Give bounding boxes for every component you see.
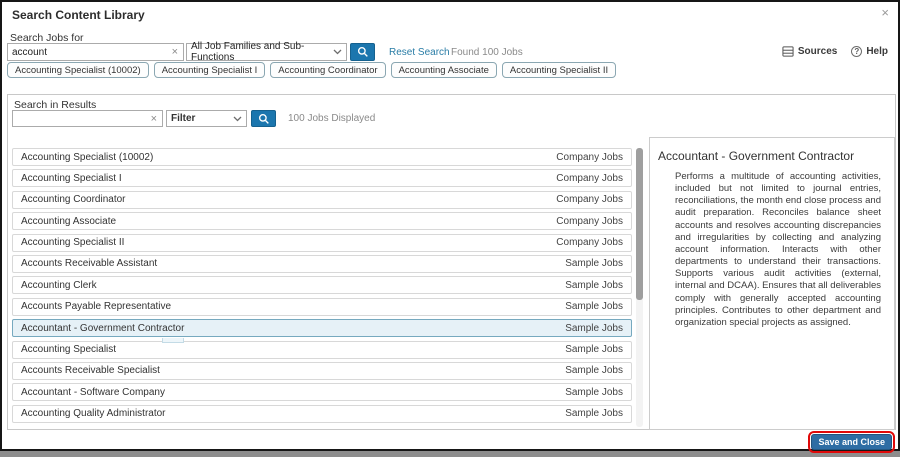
scrollbar-thumb[interactable]: [636, 148, 643, 300]
sources-icon: [782, 46, 794, 57]
filter-dropdown[interactable]: Filter: [166, 110, 247, 127]
job-name: Accounting Specialist I: [21, 173, 122, 184]
clear-search-icon[interactable]: ×: [167, 44, 183, 60]
annotation-highlight: Save and Close: [808, 431, 895, 453]
list-item[interactable]: Accounts Receivable Assistant Sample Jobs: [12, 255, 632, 273]
list-item[interactable]: Accountant - Government Contractor Sample…: [12, 319, 632, 337]
chevron-down-icon: [333, 49, 342, 55]
job-type: Sample Jobs: [565, 323, 623, 334]
list-item[interactable]: Accounting Specialist (10002) Company Job…: [12, 148, 632, 166]
search-chip[interactable]: Accounting Specialist (10002): [7, 62, 149, 78]
job-type: Sample Jobs: [565, 301, 623, 312]
job-type: Sample Jobs: [565, 280, 623, 291]
job-name: Accounts Receivable Assistant: [21, 258, 157, 269]
list-item[interactable]: Accounts Receivable Specialist Sample Job…: [12, 362, 632, 380]
job-type: Sample Jobs: [565, 258, 623, 269]
selection-notch: [162, 338, 184, 343]
search-jobs-input-wrap: ×: [7, 43, 184, 61]
search-jobs-input[interactable]: [8, 47, 167, 58]
list-item[interactable]: Accountant - Software Company Sample Jobs: [12, 383, 632, 401]
job-name: Accounting Clerk: [21, 280, 97, 291]
search-content-library-dialog: Search Content Library × Search Jobs for…: [0, 0, 900, 451]
job-name: Accounts Payable Representative: [21, 301, 171, 312]
job-name: Accounting Specialist II: [21, 237, 124, 248]
job-family-dropdown-value: All Job Families and Sub-Functions: [191, 41, 329, 63]
job-detail-description: Performs a multitude of accounting activ…: [675, 171, 881, 329]
job-name: Accounting Coordinator: [21, 194, 126, 205]
filter-dropdown-value: Filter: [171, 113, 195, 124]
save-and-close-button[interactable]: Save and Close: [811, 434, 892, 450]
job-type: Company Jobs: [556, 216, 623, 227]
job-type: Company Jobs: [556, 237, 623, 248]
list-item[interactable]: Accounting Specialist II Company Jobs: [12, 234, 632, 252]
help-button[interactable]: ? Help: [851, 46, 888, 57]
search-chip[interactable]: Accounting Specialist I: [154, 62, 266, 78]
job-type: Company Jobs: [556, 194, 623, 205]
job-name: Accountant - Government Contractor: [21, 323, 184, 334]
search-chip[interactable]: Accounting Coordinator: [270, 62, 385, 78]
search-icon: [258, 113, 270, 125]
top-right-actions: Sources ? Help: [782, 46, 888, 57]
list-item[interactable]: Accounting Specialist Sample Jobs: [12, 341, 632, 359]
job-name: Accounting Specialist (10002): [21, 152, 153, 163]
scrollbar-track[interactable]: [636, 148, 643, 427]
job-detail-title: Accountant - Government Contractor: [658, 149, 854, 163]
sources-label: Sources: [798, 46, 837, 57]
job-type: Sample Jobs: [565, 365, 623, 376]
screen-background: Search Content Library × Search Jobs for…: [0, 0, 900, 457]
help-label: Help: [866, 46, 888, 57]
job-type: Company Jobs: [556, 173, 623, 184]
chevron-down-icon: [233, 116, 242, 122]
job-list: Accounting Specialist (10002) Company Job…: [12, 148, 632, 423]
job-type: Sample Jobs: [565, 387, 623, 398]
results-filter-input-wrap: ×: [12, 110, 163, 127]
results-filter-input[interactable]: [13, 113, 146, 124]
job-name: Accountant - Software Company: [21, 387, 165, 398]
job-name: Accounting Specialist: [21, 344, 116, 355]
search-icon: [357, 46, 369, 58]
reset-search-link[interactable]: Reset Search: [389, 47, 450, 58]
list-item[interactable]: Accounts Payable Representative Sample Jo…: [12, 298, 632, 316]
clear-filter-icon[interactable]: ×: [146, 111, 162, 127]
list-item[interactable]: Accounting Specialist I Company Jobs: [12, 169, 632, 187]
list-item[interactable]: Accounting Coordinator Company Jobs: [12, 191, 632, 209]
search-chip[interactable]: Accounting Specialist II: [502, 62, 616, 78]
list-item[interactable]: Accounting Associate Company Jobs: [12, 212, 632, 230]
job-name: Accounting Quality Administrator: [21, 408, 166, 419]
job-name: Accounting Associate: [21, 216, 116, 227]
search-button[interactable]: [350, 43, 375, 61]
close-icon[interactable]: ×: [881, 6, 889, 20]
results-search-button[interactable]: [251, 110, 276, 127]
job-type: Company Jobs: [556, 152, 623, 163]
search-chip[interactable]: Accounting Associate: [391, 62, 497, 78]
sources-button[interactable]: Sources: [782, 46, 837, 57]
help-icon: ?: [851, 46, 862, 57]
list-item[interactable]: Accounting Quality Administrator Sample J…: [12, 405, 632, 423]
jobs-displayed-count: 100 Jobs Displayed: [288, 113, 375, 124]
job-name: Accounts Receivable Specialist: [21, 365, 160, 376]
recent-search-chips: Accounting Specialist (10002) Accounting …: [7, 62, 616, 78]
found-jobs-count: Found 100 Jobs: [451, 47, 523, 58]
dialog-title: Search Content Library: [12, 8, 145, 22]
job-detail-panel: Accountant - Government Contractor Perfo…: [649, 137, 895, 430]
job-type: Sample Jobs: [565, 408, 623, 419]
job-family-dropdown[interactable]: All Job Families and Sub-Functions: [186, 43, 347, 61]
job-type: Sample Jobs: [565, 344, 623, 355]
list-item[interactable]: Accounting Clerk Sample Jobs: [12, 276, 632, 294]
